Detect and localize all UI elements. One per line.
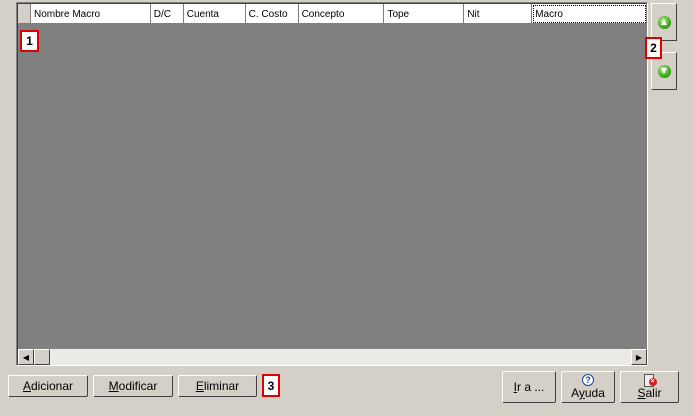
green-down-arrow-icon: ▼: [657, 64, 671, 78]
annotation-marker-1: 1: [20, 30, 39, 52]
column-header-cuenta[interactable]: Cuenta: [183, 4, 246, 24]
exit-door-icon: ×: [643, 374, 657, 387]
scroll-left-button[interactable]: ◀: [18, 349, 34, 365]
row-indicator-header: [18, 4, 31, 24]
column-header-nit[interactable]: Nit: [464, 4, 533, 24]
goto-button[interactable]: Ir a ...: [502, 371, 556, 403]
delete-button[interactable]: Eliminar: [178, 375, 257, 397]
scroll-track[interactable]: [50, 349, 631, 365]
macro-grid[interactable]: Nombre Macro D/C Cuenta C. Costo Concept…: [16, 2, 648, 366]
column-header-nombre-macro[interactable]: Nombre Macro: [30, 4, 151, 24]
scroll-right-button[interactable]: ▶: [631, 349, 647, 365]
grid-header: Nombre Macro D/C Cuenta C. Costo Concept…: [18, 4, 648, 24]
help-icon: ?: [582, 374, 594, 386]
horizontal-scrollbar[interactable]: ◀ ▶: [18, 349, 647, 365]
column-header-c-costo[interactable]: C. Costo: [245, 4, 299, 24]
column-header-dc[interactable]: D/C: [150, 4, 184, 24]
move-up-button[interactable]: ▲: [651, 3, 677, 41]
add-button[interactable]: Adicionar: [8, 375, 88, 397]
green-up-arrow-icon: ▲: [657, 15, 671, 29]
column-header-concepto[interactable]: Concepto: [298, 4, 385, 24]
annotation-marker-2: 2: [645, 37, 662, 59]
column-header-tope[interactable]: Tope: [384, 4, 465, 24]
grid-body[interactable]: [18, 24, 647, 349]
help-button[interactable]: ? Ayuda: [561, 371, 615, 403]
annotation-marker-3: 3: [262, 374, 280, 397]
modify-button[interactable]: Modificar: [93, 375, 173, 397]
column-header-macro[interactable]: Macro: [532, 4, 648, 24]
exit-button[interactable]: × Salir: [620, 371, 679, 403]
arrow-right-icon: ▶: [635, 352, 643, 362]
scroll-thumb[interactable]: [34, 349, 50, 365]
arrow-left-icon: ◀: [22, 352, 30, 362]
